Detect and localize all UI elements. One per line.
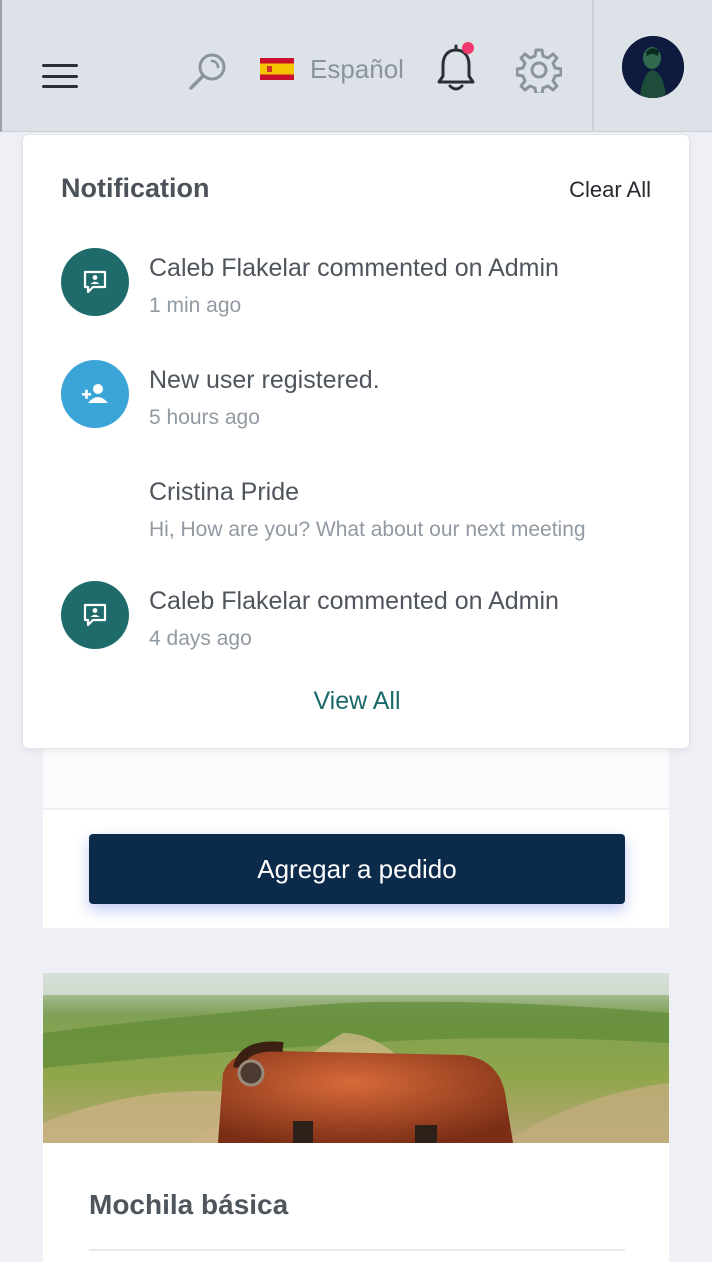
avatar-image	[622, 36, 684, 98]
unread-dot	[462, 42, 474, 54]
language-label: Español	[310, 53, 404, 84]
notification-time: 1 min ago	[149, 294, 242, 317]
add-user-icon	[61, 360, 129, 428]
search-icon[interactable]	[186, 50, 230, 94]
menu-icon[interactable]	[42, 64, 78, 88]
product-separator	[89, 1249, 625, 1251]
notification-dropdown: Notification Clear All Caleb Flakelar co…	[22, 134, 690, 749]
product-card-top: Agregar a pedido	[43, 740, 669, 928]
notification-title-text: Cristina Pride	[149, 478, 300, 506]
notification-title-text: Caleb Flakelar commented on Admin	[149, 254, 559, 282]
view-all-link[interactable]: View All	[23, 687, 691, 716]
product-title: Mochila básica	[89, 1189, 289, 1220]
product-card: Mochila básica	[43, 973, 669, 1262]
notification-message: Hi, How are you? What about our next mee…	[149, 518, 586, 541]
notification-item[interactable]: New user registered. 5 hours ago	[61, 360, 661, 440]
header-divider	[592, 0, 594, 132]
spain-flag-icon	[260, 58, 294, 80]
comment-icon	[61, 248, 129, 316]
gear-icon[interactable]	[516, 47, 562, 93]
notification-item[interactable]: Caleb Flakelar commented on Admin 1 min …	[61, 248, 661, 328]
notification-title-text: New user registered.	[149, 366, 380, 394]
notification-title: Notification	[61, 173, 210, 203]
product-image	[43, 973, 669, 1143]
notification-time: 5 hours ago	[149, 406, 260, 429]
card-strip	[43, 740, 669, 810]
notification-title-text: Caleb Flakelar commented on Admin	[149, 587, 559, 615]
notification-item[interactable]: Caleb Flakelar commented on Admin 4 days…	[61, 581, 661, 661]
clear-all-button[interactable]: Clear All	[569, 177, 651, 203]
top-bar: Español	[0, 0, 712, 132]
language-selector[interactable]: Español	[260, 52, 404, 86]
user-avatar[interactable]	[622, 36, 684, 98]
comment-icon	[61, 581, 129, 649]
add-to-order-button[interactable]: Agregar a pedido	[89, 834, 625, 904]
notification-time: 4 days ago	[149, 627, 252, 650]
notification-item[interactable]: Cristina Pride Hi, How are you? What abo…	[61, 472, 661, 552]
